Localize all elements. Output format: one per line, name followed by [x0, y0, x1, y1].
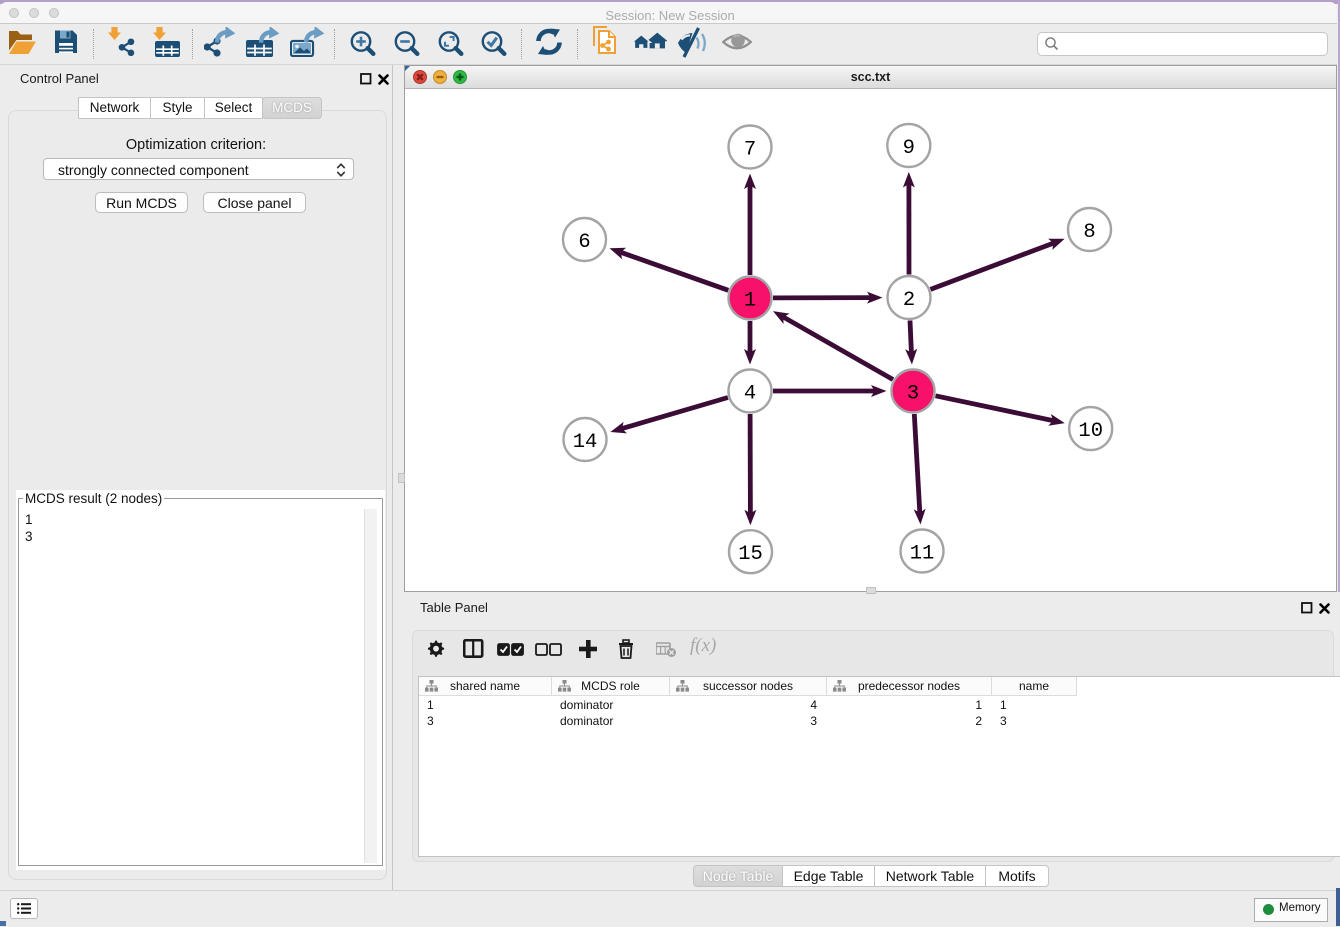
svg-text:11: 11	[910, 543, 935, 566]
svg-text:3: 3	[907, 383, 919, 406]
svg-text:10: 10	[1078, 420, 1103, 443]
svg-text:6: 6	[578, 231, 590, 254]
svg-text:2: 2	[903, 289, 915, 312]
svg-text:14: 14	[573, 431, 598, 454]
svg-text:9: 9	[903, 137, 915, 160]
svg-text:4: 4	[744, 383, 756, 406]
svg-text:1: 1	[744, 290, 756, 313]
svg-text:15: 15	[738, 543, 763, 566]
svg-text:8: 8	[1083, 221, 1095, 244]
svg-text:7: 7	[744, 139, 756, 162]
